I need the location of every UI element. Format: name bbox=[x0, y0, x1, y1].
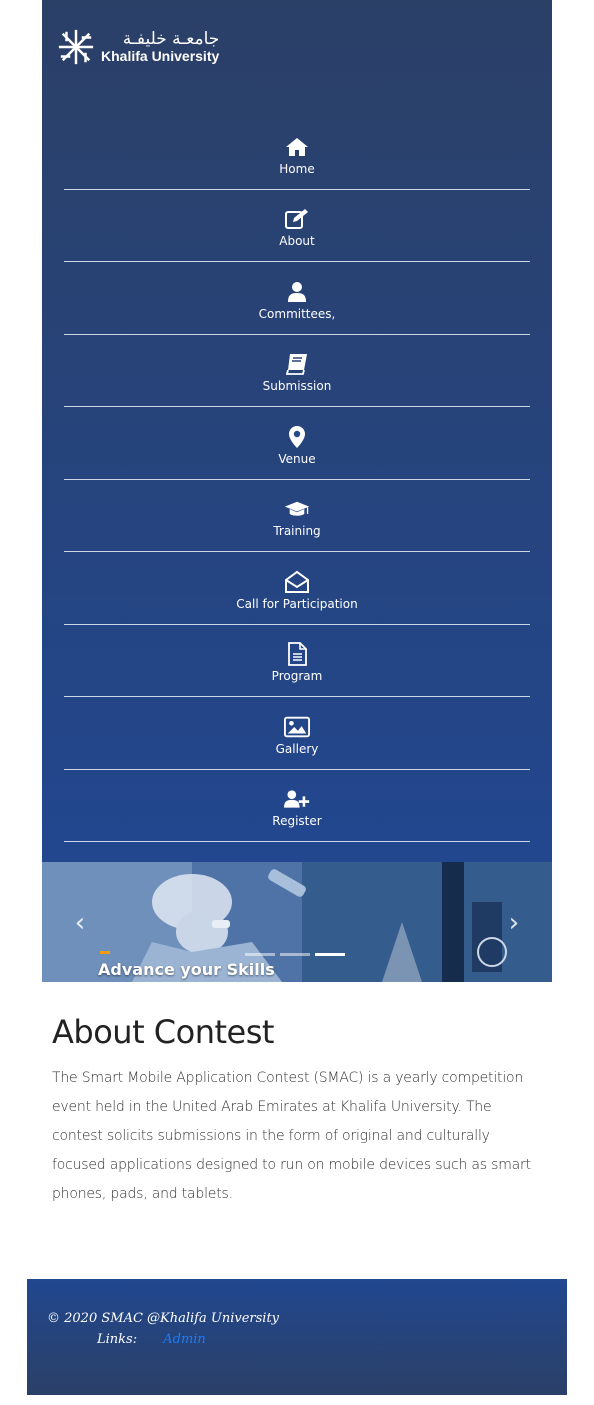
footer-links-label: Links: bbox=[97, 1332, 138, 1347]
admin-link[interactable]: Admin bbox=[163, 1332, 206, 1347]
carousel-prev-button[interactable]: ‹ bbox=[68, 908, 92, 938]
hero-carousel: ‹ › Advance your Skills bbox=[42, 862, 552, 982]
nav-item-gallery[interactable]: Gallery bbox=[64, 697, 530, 770]
file-text-icon bbox=[284, 642, 310, 666]
envelope-open-icon bbox=[284, 570, 310, 594]
nav-label-gallery: Gallery bbox=[275, 741, 319, 756]
footer-links: Links: Admin bbox=[97, 1332, 206, 1347]
nav-label-register: Register bbox=[272, 814, 322, 828]
carousel-indicators bbox=[245, 953, 345, 956]
about-title: About Contest bbox=[52, 1013, 274, 1051]
image-icon bbox=[284, 715, 310, 739]
about-body: The Smart Mobile Application Contest (SM… bbox=[52, 1070, 531, 1202]
nav-label-training: Training bbox=[273, 524, 321, 538]
nav-label-venue: Venue bbox=[278, 451, 316, 466]
book-icon bbox=[284, 352, 310, 376]
map-marker-icon bbox=[284, 425, 310, 449]
caption-accent-bar bbox=[100, 951, 110, 954]
khalifa-university-logo[interactable]: جامعـة خليفـة Khalifa University bbox=[57, 28, 219, 66]
footer-copyright: © 2020 SMAC @Khalifa University bbox=[47, 1311, 280, 1326]
nav-item-program[interactable]: Program bbox=[64, 625, 530, 697]
nav-item-home[interactable]: Home bbox=[64, 117, 530, 190]
carousel-caption: Advance your Skills bbox=[98, 960, 275, 979]
user-icon bbox=[284, 280, 310, 304]
nav-item-venue[interactable]: Venue bbox=[64, 407, 530, 480]
carousel-indicator-3[interactable] bbox=[315, 953, 345, 956]
site-header: جامعـة خليفـة Khalifa University Home Ab… bbox=[42, 0, 552, 862]
nav-label-home: Home bbox=[279, 161, 315, 176]
main-nav: Home About Committees, Submission Venue bbox=[64, 117, 530, 842]
nav-label-committees: Committees, bbox=[258, 306, 336, 321]
site-footer: © 2020 SMAC @Khalifa University Links: A… bbox=[27, 1279, 567, 1395]
logo-english: Khalifa University bbox=[101, 48, 220, 64]
carousel-indicator-2[interactable] bbox=[280, 953, 310, 956]
nav-label-about: About bbox=[279, 234, 315, 248]
logo-mark-icon bbox=[58, 29, 94, 65]
nav-item-call-for-participation[interactable]: Call for Participation bbox=[64, 552, 530, 625]
edit-icon bbox=[284, 207, 310, 231]
carousel-indicator-1[interactable] bbox=[245, 953, 275, 956]
carousel-next-button[interactable]: › bbox=[502, 908, 526, 938]
logo-arabic: جامعـة خليفـة bbox=[122, 29, 220, 49]
nav-item-committees[interactable]: Committees, bbox=[64, 262, 530, 335]
graduation-cap-icon bbox=[284, 497, 310, 521]
home-icon bbox=[284, 135, 310, 159]
nav-label-call-for-participation: Call for Participation bbox=[236, 596, 358, 611]
nav-item-training[interactable]: Training bbox=[64, 480, 530, 552]
nav-item-submission[interactable]: Submission bbox=[64, 335, 530, 407]
nav-label-program: Program bbox=[271, 669, 323, 683]
nav-label-submission: Submission bbox=[262, 379, 332, 393]
logo-text: جامعـة خليفـة Khalifa University bbox=[101, 30, 219, 64]
user-plus-icon bbox=[284, 787, 310, 811]
nav-item-register[interactable]: Register bbox=[64, 770, 530, 842]
about-section: About Contest The Smart Mobile Applicati… bbox=[52, 1010, 542, 1209]
nav-item-about[interactable]: About bbox=[64, 190, 530, 262]
